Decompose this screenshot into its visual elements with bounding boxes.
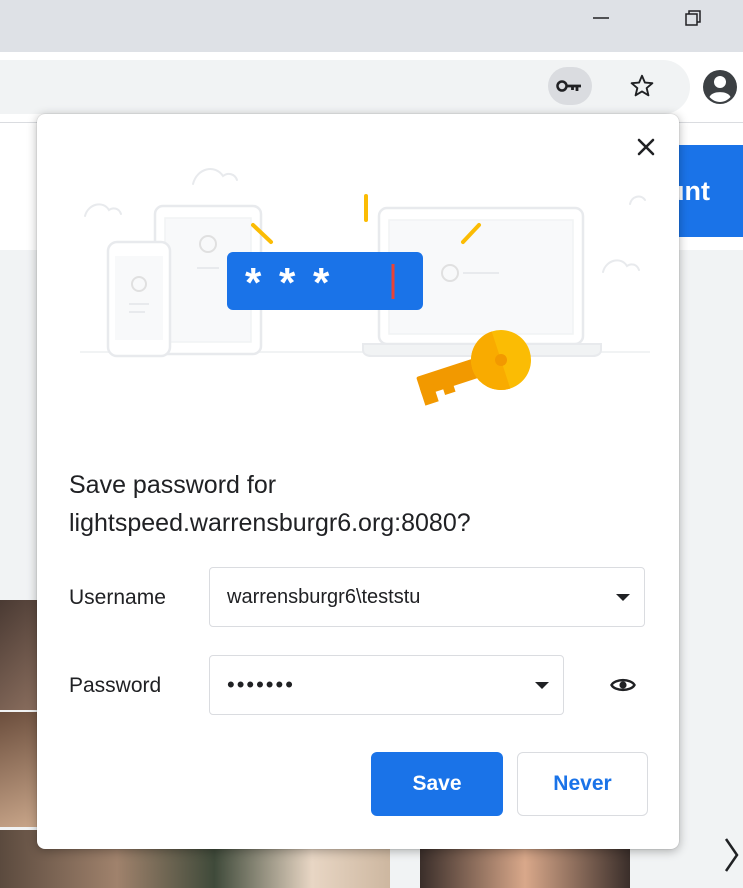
window-titlebar <box>0 0 743 52</box>
browser-toolbar <box>0 52 743 123</box>
profile-button[interactable] <box>700 67 740 107</box>
password-illustration: * * * <box>80 168 650 406</box>
never-button[interactable]: Never <box>517 752 648 816</box>
video-thumbnail <box>0 712 37 827</box>
never-button-label: Never <box>553 772 612 795</box>
key-icon <box>556 80 581 92</box>
next-arrow-button[interactable] <box>718 830 743 880</box>
chevron-right-icon <box>724 838 739 872</box>
eye-icon <box>610 678 636 692</box>
username-field[interactable]: warrensburgr6\teststu <box>209 567 645 627</box>
account-circle-icon <box>703 70 737 104</box>
save-password-dialog: * * * Save password for lightspeed.warre… <box>37 114 679 849</box>
bookmark-star-button[interactable] <box>622 67 662 105</box>
restore-button[interactable] <box>670 0 716 36</box>
dialog-title-line2: lightspeed.warrensburgr6.org:8080? <box>69 509 471 537</box>
password-value: ••••••• <box>227 672 295 697</box>
save-button[interactable]: Save <box>371 752 503 816</box>
restore-icon <box>685 10 701 26</box>
save-button-label: Save <box>412 772 462 795</box>
username-value: warrensburgr6\teststu <box>227 586 421 608</box>
star-icon <box>630 74 654 97</box>
minimize-button[interactable] <box>578 0 624 36</box>
password-label: Password <box>69 674 162 697</box>
password-field[interactable]: ••••••• <box>209 655 564 715</box>
dialog-title-line1: Save password for <box>69 471 277 499</box>
minimize-icon <box>593 17 609 19</box>
dialog-title: Save password for lightspeed.warrensburg… <box>69 466 659 542</box>
chevron-down-icon[interactable] <box>535 682 549 689</box>
show-password-button[interactable] <box>603 670 643 700</box>
username-label: Username <box>69 586 166 609</box>
illustration-password-text: * * * <box>245 259 332 306</box>
video-thumbnail <box>0 600 37 710</box>
chevron-down-icon[interactable] <box>616 594 630 601</box>
password-key-button[interactable] <box>548 67 592 105</box>
